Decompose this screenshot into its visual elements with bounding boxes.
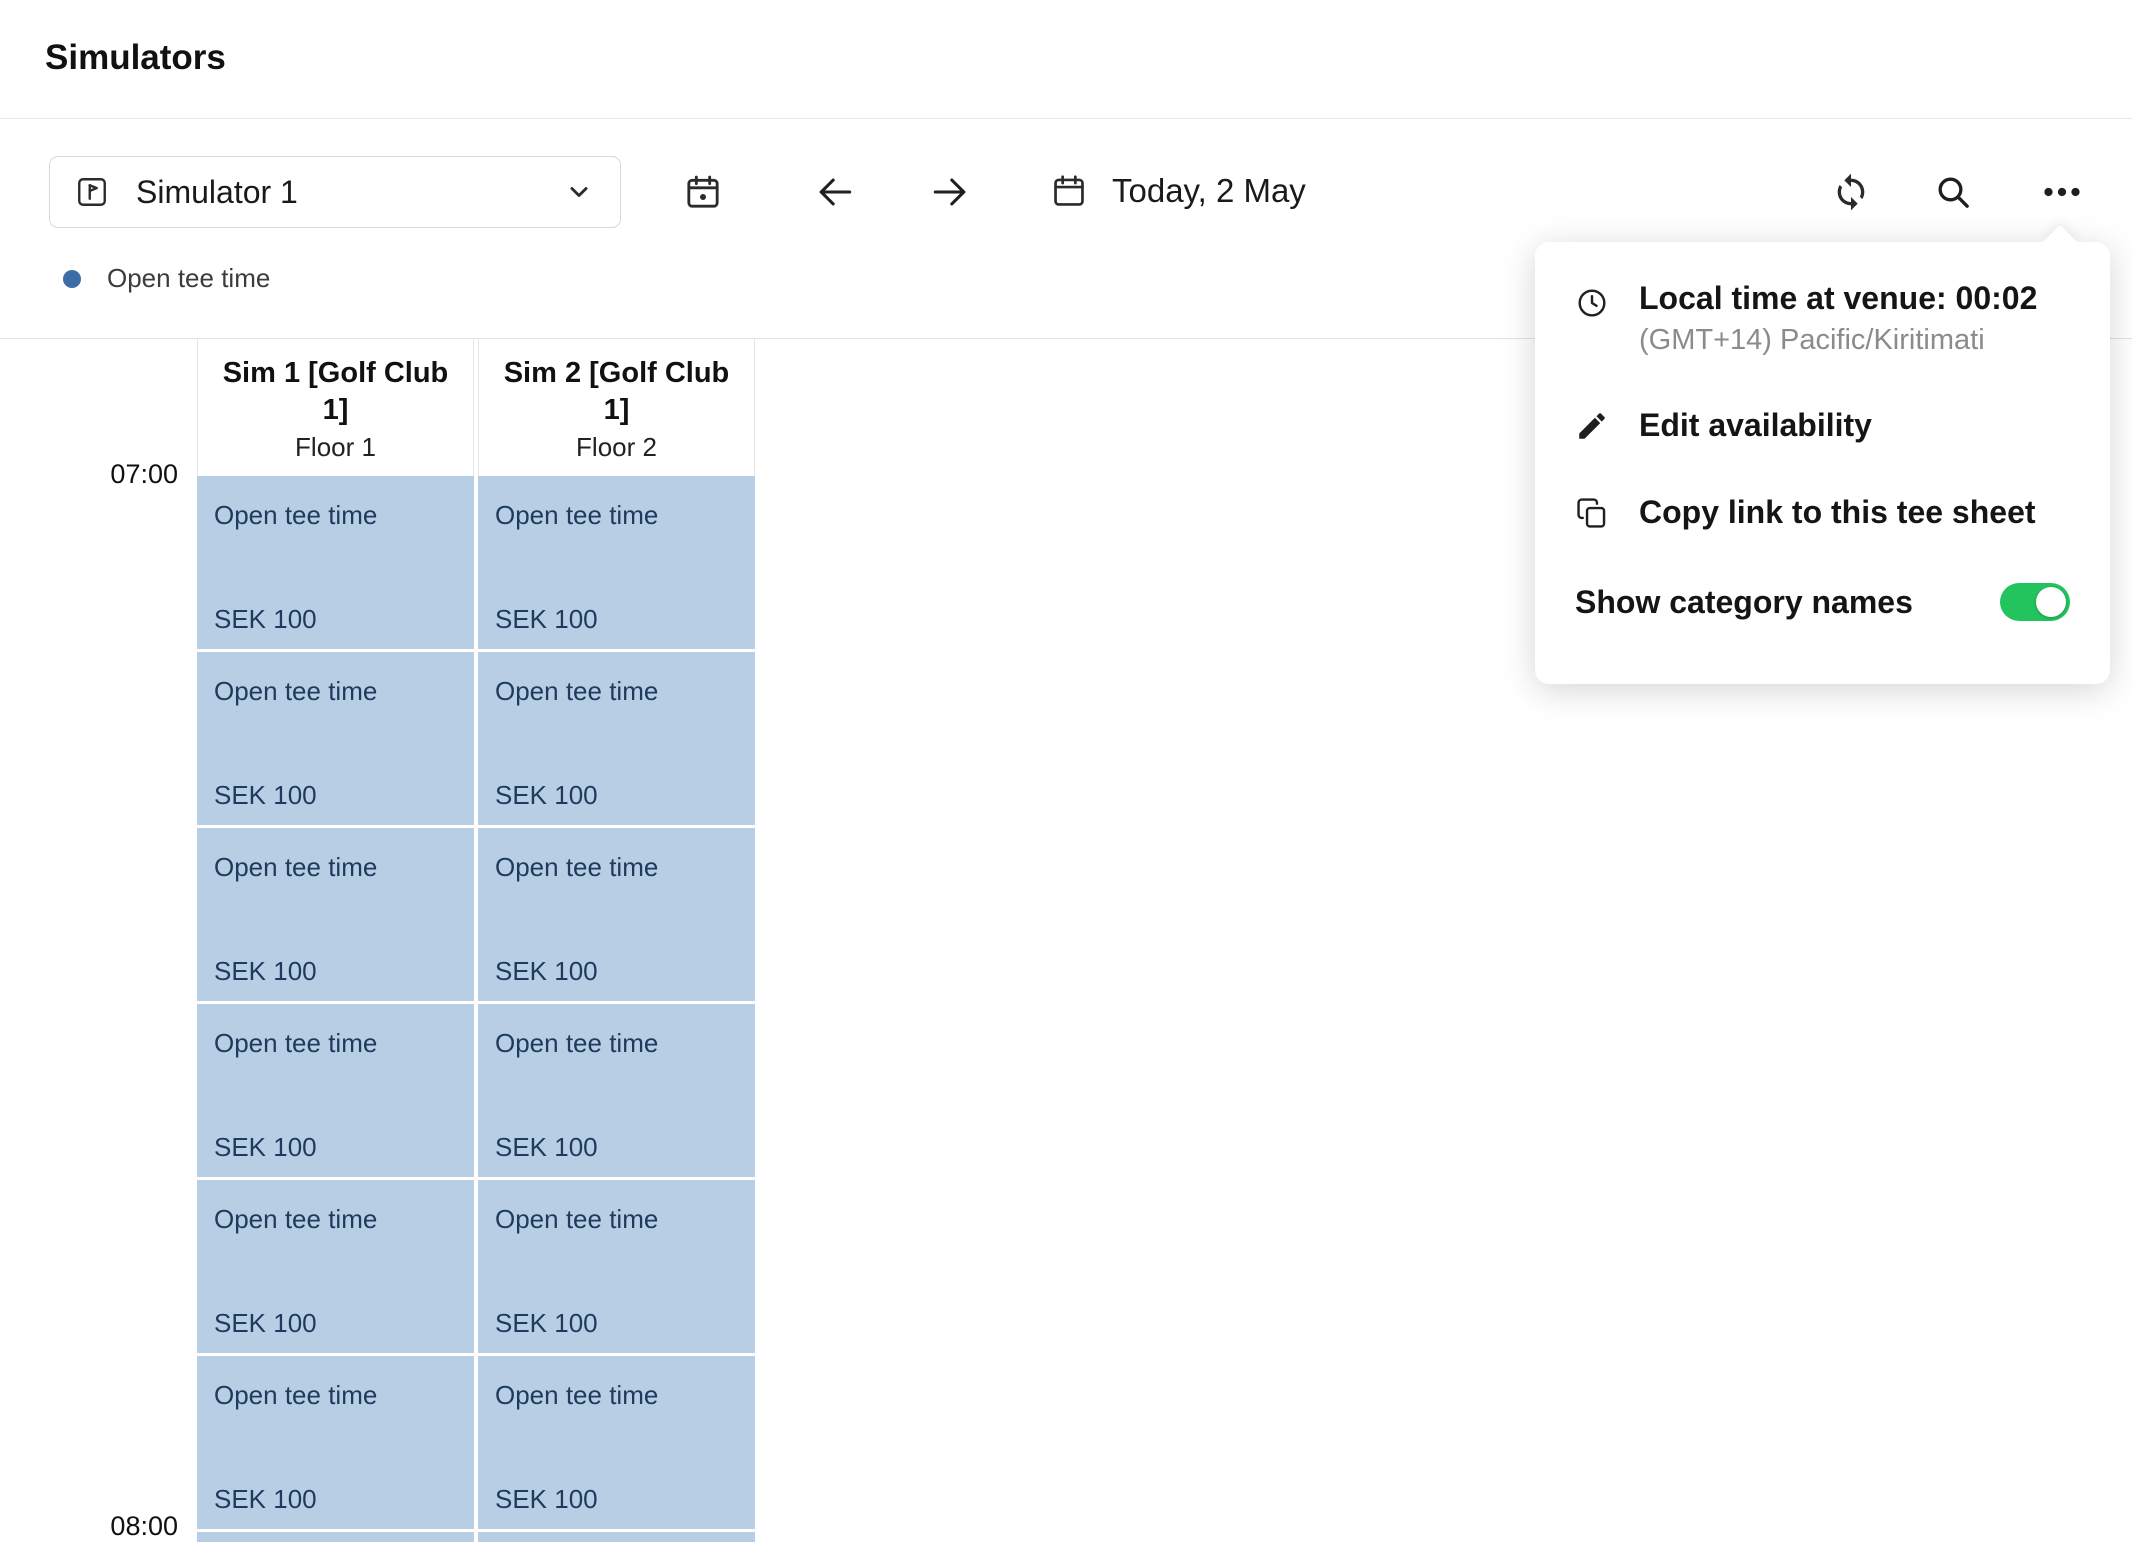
slot-price: SEK 100: [495, 1132, 598, 1163]
date-picker[interactable]: Today, 2 May: [1050, 172, 1306, 210]
column-subtitle: Floor 1: [198, 432, 473, 463]
search-button[interactable]: [1933, 172, 1973, 212]
column-subtitle: Floor 2: [479, 432, 754, 463]
menu-item-copy-link[interactable]: Copy link to this tee sheet: [1575, 494, 2070, 531]
column-header: Sim 1 [Golf Club 1]Floor 1: [197, 339, 474, 476]
column-title: Sim 2 [Golf Club 1]: [479, 355, 754, 429]
legend-label: Open tee time: [107, 263, 270, 294]
tee-time-slot[interactable]: Open tee time SEK 100: [478, 1004, 755, 1177]
slot-price: SEK 100: [495, 780, 598, 811]
menu-item-label: Edit availability: [1639, 407, 1872, 444]
slot-label: Open tee time: [214, 1380, 377, 1411]
toggle-knob: [2036, 587, 2066, 617]
simulator-icon: [74, 174, 110, 210]
column-title: Sim 1 [Golf Club 1]: [198, 355, 473, 429]
tee-time-slot[interactable]: Open tee time SEK 100: [478, 1356, 755, 1529]
tee-time-slot[interactable]: Open tee time SEK 100: [197, 1180, 474, 1353]
page-header: Simulators: [0, 0, 2132, 119]
slot-price: SEK 100: [495, 956, 598, 987]
slot-label: Open tee time: [214, 852, 377, 883]
local-time-title: Local time at venue: 00:02: [1639, 278, 2037, 318]
slot-label: Open tee time: [214, 1204, 377, 1235]
grid-lanes: Sim 1 [Golf Club 1]Floor 1Open tee timeS…: [197, 339, 755, 1542]
search-icon: [1933, 172, 1973, 212]
slot-label: Open tee time: [214, 500, 377, 531]
sim-lane-1: Sim 1 [Golf Club 1]Floor 1 Open tee time S…: [197, 339, 474, 1542]
tee-time-slot[interactable]: Open tee time SEK 100: [197, 652, 474, 825]
local-time-timezone: (GMT+14) Pacific/Kiritimati: [1639, 324, 2037, 357]
slot-price: SEK 100: [495, 1308, 598, 1339]
slot-price: SEK 100: [214, 1132, 317, 1163]
chevron-down-icon: [562, 175, 596, 209]
page-title: Simulators: [45, 38, 226, 78]
calendar-today-icon: [683, 172, 723, 212]
slot-price: SEK 100: [214, 604, 317, 635]
pencil-icon: [1575, 409, 1609, 443]
sim-lane-2: Sim 2 [Golf Club 1]Floor 2 Open tee time S…: [478, 339, 755, 1542]
tee-time-slot[interactable]: Open tee timeSEK 100: [478, 1532, 755, 1542]
slot-label: Open tee time: [495, 1380, 658, 1411]
tee-time-slot[interactable]: Open tee timeSEK 100: [197, 1532, 474, 1542]
slot-label: Open tee time: [495, 676, 658, 707]
slot-price: SEK 100: [495, 1484, 598, 1515]
tee-time-slot[interactable]: Open tee time SEK 100: [478, 652, 755, 825]
date-label: Today, 2 May: [1112, 172, 1306, 210]
slot-price: SEK 100: [214, 1484, 317, 1515]
arrow-left-icon: [813, 170, 857, 214]
slot-label: Open tee time: [495, 1028, 658, 1059]
simulator-select[interactable]: Simulator 1: [49, 156, 621, 228]
tee-time-slot[interactable]: Open tee time SEK 100: [197, 1004, 474, 1177]
more-horizontal-icon: [2040, 174, 2084, 210]
menu-item-label: Copy link to this tee sheet: [1639, 494, 2036, 531]
next-day-button[interactable]: [928, 170, 972, 214]
slot-label: Open tee time: [495, 1204, 658, 1235]
tee-time-slot[interactable]: Open tee time SEK 100: [197, 1356, 474, 1529]
calendar-icon: [1050, 172, 1088, 210]
slot-price: SEK 100: [214, 956, 317, 987]
slot-label: Open tee time: [495, 500, 658, 531]
tee-time-slot[interactable]: Open tee time SEK 100: [197, 476, 474, 649]
tee-time-slot[interactable]: Open tee time SEK 100: [478, 1180, 755, 1353]
slot-label: Open tee time: [495, 852, 658, 883]
slot-price: SEK 100: [214, 780, 317, 811]
time-label: 08:00: [0, 1511, 178, 1542]
show-category-names-label: Show category names: [1575, 584, 1913, 621]
local-time-row: Local time at venue: 00:02 (GMT+14) Paci…: [1575, 278, 2070, 357]
slot-price: SEK 100: [495, 604, 598, 635]
tee-time-slot[interactable]: Open tee time SEK 100: [478, 828, 755, 1001]
menu-item-edit-availability[interactable]: Edit availability: [1575, 407, 2070, 444]
more-options-button[interactable]: [2040, 174, 2084, 210]
slot-price: SEK 100: [214, 1308, 317, 1339]
previous-day-button[interactable]: [813, 170, 857, 214]
more-options-menu: Local time at venue: 00:02 (GMT+14) Paci…: [1535, 242, 2110, 684]
clock-icon: [1575, 286, 1609, 320]
arrow-right-icon: [928, 170, 972, 214]
column-header: Sim 2 [Golf Club 1]Floor 2: [478, 339, 755, 476]
copy-icon: [1575, 496, 1609, 530]
calendar-today-button[interactable]: [683, 172, 723, 212]
refresh-icon: [1831, 172, 1871, 212]
time-label: 07:00: [0, 459, 178, 490]
show-category-names-toggle[interactable]: [2000, 583, 2070, 621]
tee-time-slot[interactable]: Open tee time SEK 100: [197, 828, 474, 1001]
refresh-button[interactable]: [1831, 172, 1871, 212]
slot-label: Open tee time: [214, 1028, 377, 1059]
legend-open-tee-time: Open tee time: [63, 263, 270, 294]
show-category-names-row: Show category names: [1575, 583, 2070, 621]
simulator-select-value: Simulator 1: [136, 174, 298, 211]
legend-dot: [63, 270, 81, 288]
tee-time-slot[interactable]: Open tee time SEK 100: [478, 476, 755, 649]
slot-label: Open tee time: [214, 676, 377, 707]
